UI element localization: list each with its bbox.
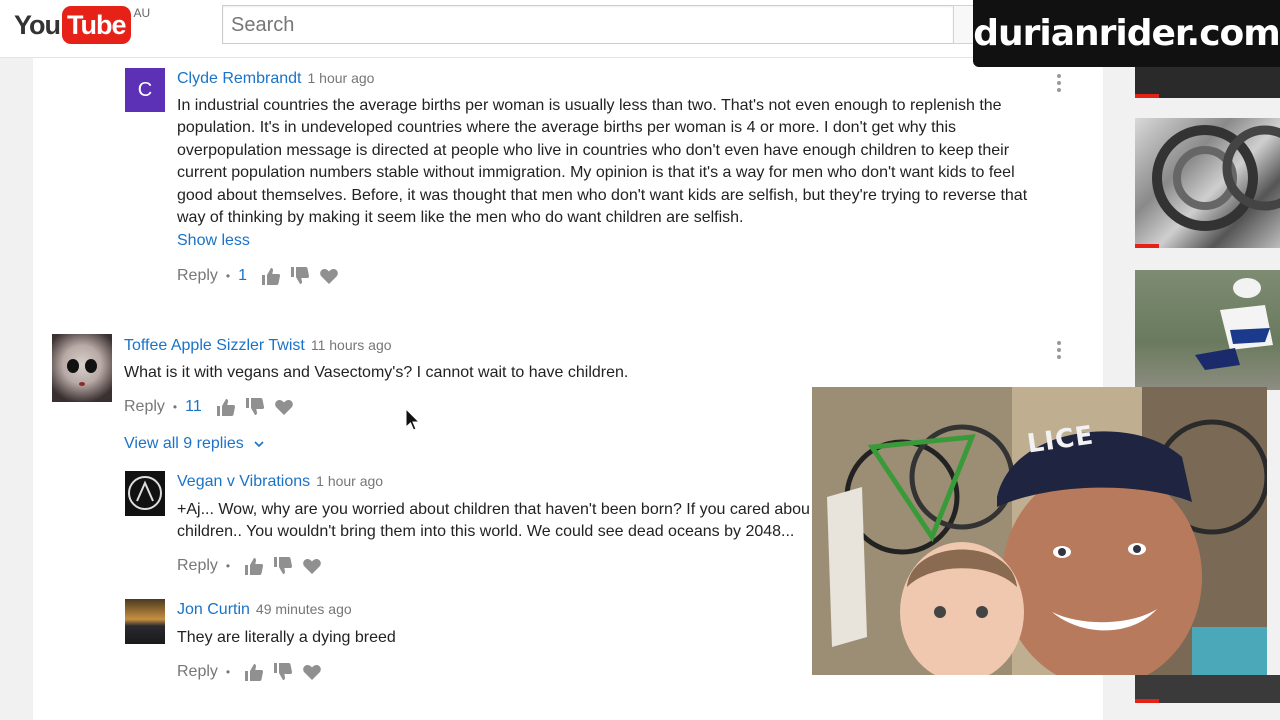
comment-text: What is it with vegans and Vasectomy's? … [124, 364, 629, 381]
thumbs-down-icon[interactable] [290, 266, 310, 286]
comment-actions: Reply • 1 [177, 266, 348, 286]
thumbs-up-icon[interactable] [216, 397, 236, 417]
separator-dot: • [225, 559, 231, 573]
reply-author[interactable]: Jon Curtin 49 minutes ago [177, 601, 352, 619]
separator-dot: • [225, 665, 231, 679]
thumbs-up-icon[interactable] [244, 662, 264, 682]
comment-author[interactable]: Toffee Apple Sizzler Twist 11 hours ago [124, 337, 392, 355]
search-placeholder: Search [231, 14, 295, 36]
comment-line: good about themselves. Before, it was th… [177, 186, 1028, 204]
separator-dot: • [225, 269, 231, 283]
reply-author[interactable]: Vegan v Vibrations 1 hour ago [177, 473, 383, 491]
comment-author[interactable]: Clyde Rembrandt 1 hour ago [177, 70, 374, 88]
author-name[interactable]: Jon Curtin [177, 601, 250, 618]
channel-watermark: durianrider.com [973, 0, 1280, 67]
sidebar-thumbnail-2[interactable] [1135, 118, 1280, 248]
reply-text: They are literally a dying breed [177, 629, 396, 646]
comment-menu-icon[interactable] [1057, 341, 1061, 362]
avatar[interactable]: C [125, 68, 165, 112]
view-replies-label: View all 9 replies [124, 435, 244, 452]
doll-face-image [67, 359, 97, 386]
reply-actions: Reply • [177, 556, 331, 576]
comment-line: overpopulation message is directed at pe… [177, 141, 1010, 159]
watch-progress-bar [1135, 94, 1159, 98]
avatar[interactable] [125, 471, 165, 516]
comment-line: current population numbers stable withou… [177, 164, 1015, 182]
thumbs-down-icon[interactable] [245, 397, 265, 417]
reply-line: +Aj... Wow, why are you worried about ch… [177, 501, 810, 518]
vegan-logo-image [128, 476, 162, 510]
like-count: 11 [185, 398, 202, 415]
comment-actions: Reply • 11 [124, 397, 303, 417]
reply-button[interactable]: Reply [177, 557, 218, 575]
comment-text: In industrial countries the average birt… [177, 95, 1057, 229]
search-input[interactable]: Search [222, 5, 954, 44]
like-count: 1 [238, 267, 248, 284]
heart-icon[interactable] [302, 556, 322, 576]
reply-text: +Aj... Wow, why are you worried about ch… [177, 499, 817, 544]
reply-button[interactable]: Reply [177, 663, 218, 681]
show-less-link[interactable]: Show less [177, 232, 250, 250]
sidebar-thumbnail-3[interactable] [1135, 270, 1280, 390]
comment-line: population. It's in undeveloped countrie… [177, 119, 956, 137]
reply-button[interactable]: Reply [177, 267, 218, 285]
heart-icon[interactable] [302, 662, 322, 682]
logo-you-text: You [14, 10, 61, 40]
watch-progress-bar [1135, 244, 1159, 248]
heart-icon[interactable] [319, 266, 339, 286]
separator-dot: • [172, 400, 178, 414]
reply-button[interactable]: Reply [124, 398, 165, 416]
avatar[interactable] [125, 599, 165, 644]
mouse-cursor-icon [405, 408, 421, 431]
author-name[interactable]: Toffee Apple Sizzler Twist [124, 337, 305, 354]
thumbs-up-icon[interactable] [261, 266, 281, 286]
thumbs-up-icon[interactable] [244, 556, 264, 576]
heart-icon[interactable] [274, 397, 294, 417]
chainring-image [1152, 125, 1280, 231]
webcam-overlay: LICE [812, 387, 1267, 675]
comment-line: way of thinking by making it seem like t… [177, 209, 744, 227]
reply-actions: Reply • [177, 662, 331, 682]
cyclist-image [1195, 278, 1273, 370]
reply-time[interactable]: 1 hour ago [316, 473, 383, 489]
reply-time[interactable]: 49 minutes ago [256, 601, 352, 617]
chevron-down-icon [254, 441, 264, 447]
reply-line: children.. You wouldn't bring them into … [177, 523, 795, 541]
author-name[interactable]: Clyde Rembrandt [177, 70, 302, 87]
avatar-letter: C [137, 78, 153, 101]
thumbs-down-icon[interactable] [273, 662, 293, 682]
logo-tube-text: Tube [62, 6, 131, 44]
comment-time[interactable]: 1 hour ago [308, 70, 375, 86]
watch-progress-bar [1135, 699, 1159, 703]
avatar[interactable] [52, 334, 112, 402]
comment-line: In industrial countries the average birt… [177, 97, 1002, 114]
sidebar-thumbnail-4[interactable] [1135, 675, 1280, 703]
comment-menu-icon[interactable] [1057, 74, 1061, 95]
region-label: AU [133, 6, 151, 20]
author-name[interactable]: Vegan v Vibrations [177, 473, 310, 490]
comment-time[interactable]: 11 hours ago [311, 337, 392, 353]
thumbs-down-icon[interactable] [273, 556, 293, 576]
view-replies-link[interactable]: View all 9 replies [124, 435, 265, 453]
youtube-logo[interactable]: You Tube AU [14, 6, 150, 44]
